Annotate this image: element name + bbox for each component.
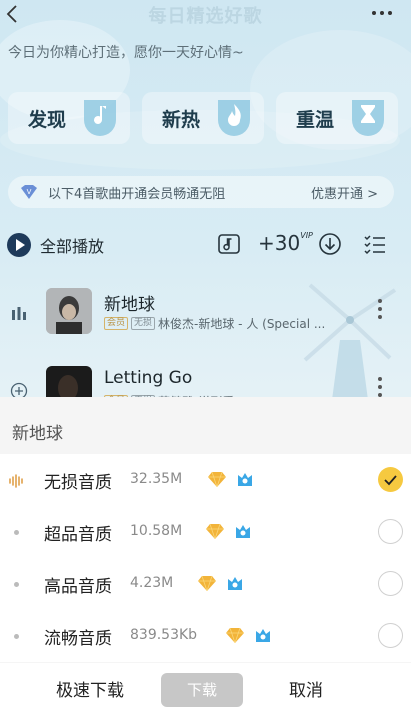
diamond-icon	[198, 575, 216, 591]
crown-badge-icon	[256, 629, 270, 642]
category-revisit-button[interactable]: 重温	[276, 92, 398, 144]
song-title: Letting Go	[104, 368, 193, 388]
quality-radio-selected[interactable]	[378, 467, 403, 492]
diamond-icon	[208, 471, 226, 487]
song-row[interactable]: 新地球 会员 无损 林俊杰-新地球 - 人 (Special ...	[0, 284, 411, 344]
diamond-icon	[226, 627, 244, 643]
download-icon[interactable]	[317, 232, 343, 256]
cancel-button[interactable]: 取消	[289, 676, 323, 701]
playing-bars-icon	[12, 307, 26, 320]
song-more-icon[interactable]	[377, 298, 383, 320]
top-bar: 每日精选好歌	[0, 0, 411, 30]
hourglass-icon	[352, 100, 384, 136]
category-label: 发现	[28, 108, 67, 131]
category-discover-button[interactable]: 发现	[8, 92, 130, 144]
quality-radio[interactable]	[378, 571, 403, 596]
more-options-icon[interactable]	[371, 10, 393, 16]
download-button[interactable]: 下载	[161, 673, 243, 707]
multi-select-icon[interactable]	[362, 232, 388, 256]
page-subtitle: 今日为你精心打造，愿你一天好心情~	[8, 45, 244, 61]
quality-size: 4.23M	[130, 575, 174, 591]
category-label: 新热	[162, 108, 201, 131]
play-all-button[interactable]: 全部播放	[40, 233, 104, 257]
category-label: 重温	[296, 108, 335, 131]
bullet-dot-icon	[14, 582, 19, 587]
quality-size: 839.53Kb	[130, 627, 198, 643]
quality-label: 超品音质	[44, 525, 112, 545]
diamond-icon	[206, 523, 224, 539]
quality-option-smooth[interactable]: 流畅音质 839.53Kb	[0, 610, 411, 662]
vip-badge-icon: V	[21, 185, 37, 199]
crown-badge-icon	[238, 473, 252, 486]
svg-text:V: V	[27, 188, 32, 196]
vip-promo-text: 以下4首歌曲开通会员畅通无阻	[48, 187, 226, 202]
fast-download-button[interactable]: 极速下载	[56, 676, 124, 701]
quality-label: 无损音质	[44, 473, 112, 493]
bullet-dot-icon	[14, 634, 19, 639]
song-title: 新地球	[104, 295, 155, 315]
download-quality-sheet: 新地球 无损音质 32.35M 超品音质 10.58M 高品音质 4.23M 流…	[0, 397, 411, 707]
plus30-label: +30	[258, 231, 301, 255]
page-title: 每日精选好歌	[148, 6, 263, 27]
crown-badge-icon	[236, 525, 250, 538]
music-video-icon[interactable]	[216, 232, 242, 256]
flame-icon	[218, 100, 250, 136]
quality-radio[interactable]	[378, 519, 403, 544]
crown-badge-icon	[228, 577, 242, 590]
playlist-toolbar: 全部播放 +30VIP	[0, 226, 411, 262]
vip-open-link[interactable]: 优惠开通 >	[311, 183, 378, 202]
quality-label: 高品音质	[44, 577, 112, 597]
quality-label: 流畅音质	[44, 629, 112, 649]
quality-option-lossless[interactable]: 无损音质 32.35M	[0, 454, 411, 506]
play-all-icon[interactable]	[6, 232, 32, 258]
quality-radio[interactable]	[378, 623, 403, 648]
song-meta: 会员 无损 林俊杰-新地球 - 人 (Special ...	[104, 315, 325, 332]
vip-superscript: VIP	[300, 231, 313, 241]
quality-size: 32.35M	[130, 471, 183, 487]
song-more-icon[interactable]	[377, 376, 383, 398]
sheet-footer: 极速下载 下载 取消	[0, 663, 411, 707]
sheet-song-title: 新地球	[12, 424, 63, 444]
vip-tag: 会员	[104, 317, 129, 330]
plus30-vip-button[interactable]: +30VIP	[258, 231, 313, 255]
bullet-dot-icon	[14, 530, 19, 535]
album-cover	[46, 288, 92, 334]
quality-size: 10.58M	[130, 523, 183, 539]
quality-option-super[interactable]: 超品音质 10.58M	[0, 506, 411, 558]
song-artist-album: 林俊杰-新地球 - 人 (Special ...	[158, 317, 326, 331]
sound-wave-icon	[9, 474, 23, 488]
vip-promo-banner[interactable]: V 以下4首歌曲开通会员畅通无阻 优惠开通 >	[8, 176, 394, 208]
quality-option-high[interactable]: 高品音质 4.23M	[0, 558, 411, 610]
lossless-tag: 无损	[131, 317, 156, 330]
music-note-icon	[84, 100, 116, 136]
category-hot-button[interactable]: 新热	[142, 92, 264, 144]
